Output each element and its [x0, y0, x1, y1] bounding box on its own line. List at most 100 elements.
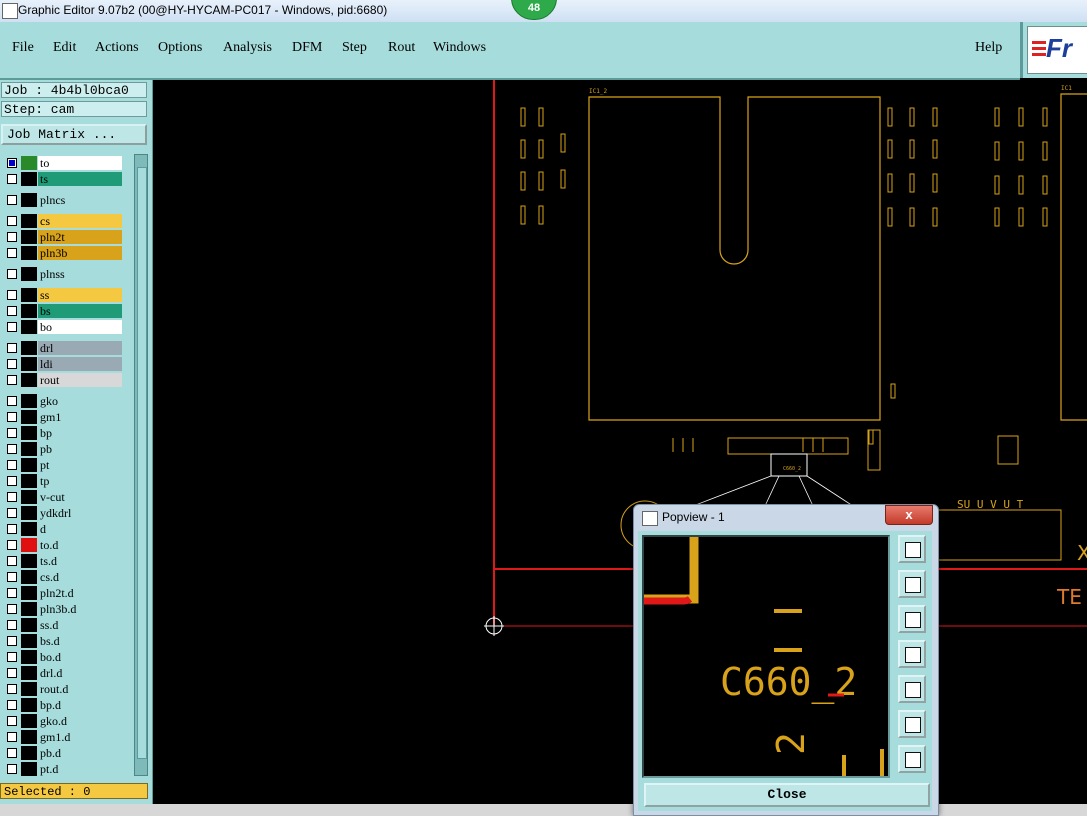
layer-checkbox[interactable]: [7, 428, 17, 438]
menu-actions[interactable]: Actions: [95, 40, 139, 56]
layer-color-swatch[interactable]: [21, 304, 37, 318]
layer-checkbox[interactable]: [7, 620, 17, 630]
menu-edit[interactable]: Edit: [53, 40, 76, 56]
layer-row[interactable]: to.d: [3, 538, 122, 552]
layer-color-swatch[interactable]: [21, 490, 37, 504]
menu-options[interactable]: Options: [158, 40, 202, 56]
layer-name[interactable]: tp: [38, 474, 122, 488]
layer-color-swatch[interactable]: [21, 746, 37, 760]
graphic-canvas[interactable]: IC1_2 IC1 C660_2 SU U V U T TE X: [153, 80, 1087, 804]
layer-row[interactable]: plnss: [3, 267, 122, 281]
job-matrix-button[interactable]: Job Matrix ...: [1, 124, 147, 145]
layer-name[interactable]: drl: [38, 341, 122, 355]
layer-checkbox[interactable]: [7, 248, 17, 258]
layer-row[interactable]: bp.d: [3, 698, 122, 712]
layer-checkbox[interactable]: [7, 652, 17, 662]
layer-row[interactable]: drl: [3, 341, 122, 355]
layer-checkbox[interactable]: [7, 588, 17, 598]
layer-checkbox[interactable]: [7, 412, 17, 422]
layer-name[interactable]: pln2t: [38, 230, 122, 244]
layer-color-swatch[interactable]: [21, 762, 37, 776]
layer-color-swatch[interactable]: [21, 522, 37, 536]
layer-checkbox[interactable]: [7, 396, 17, 406]
layer-checkbox[interactable]: [7, 716, 17, 726]
layer-checkbox[interactable]: [7, 290, 17, 300]
layer-checkbox[interactable]: [7, 322, 17, 332]
layer-name[interactable]: v-cut: [38, 490, 122, 504]
layer-row[interactable]: bs: [3, 304, 122, 318]
layer-name[interactable]: cs: [38, 214, 122, 228]
layer-checkbox[interactable]: [7, 604, 17, 614]
zoom-fit-icon[interactable]: [898, 535, 926, 563]
layer-color-swatch[interactable]: [21, 373, 37, 387]
layer-color-swatch[interactable]: [21, 214, 37, 228]
layer-name[interactable]: ts: [38, 172, 122, 186]
layer-name[interactable]: plnss: [38, 267, 122, 281]
layer-checkbox[interactable]: [7, 460, 17, 470]
layer-row[interactable]: plncs: [3, 193, 122, 207]
menu-file[interactable]: File: [12, 40, 34, 56]
layer-color-swatch[interactable]: [21, 288, 37, 302]
layer-name[interactable]: bp: [38, 426, 122, 440]
layer-checkbox[interactable]: [7, 700, 17, 710]
layer-checkbox[interactable]: [7, 216, 17, 226]
layer-checkbox[interactable]: [7, 158, 17, 168]
layer-row[interactable]: pb: [3, 442, 122, 456]
layer-color-swatch[interactable]: [21, 682, 37, 696]
layer-row[interactable]: bs.d: [3, 634, 122, 648]
layer-name[interactable]: ss.d: [38, 618, 122, 632]
layer-row[interactable]: tp: [3, 474, 122, 488]
layer-color-swatch[interactable]: [21, 458, 37, 472]
layer-name[interactable]: bs.d: [38, 634, 122, 648]
layer-checkbox[interactable]: [7, 492, 17, 502]
layer-row[interactable]: gko.d: [3, 714, 122, 728]
menu-dfm[interactable]: DFM: [292, 40, 322, 56]
layer-color-swatch[interactable]: [21, 602, 37, 616]
layer-row[interactable]: pln3b.d: [3, 602, 122, 616]
menu-step[interactable]: Step: [342, 40, 367, 56]
layer-row[interactable]: ldi: [3, 357, 122, 371]
popview-dialog[interactable]: Popview - 1 x C660_2 2 Close: [633, 504, 939, 816]
layer-name[interactable]: to.d: [38, 538, 122, 552]
layer-color-swatch[interactable]: [21, 172, 37, 186]
layer-color-swatch[interactable]: [21, 357, 37, 371]
pan-icon[interactable]: [898, 745, 926, 773]
layer-row[interactable]: ss.d: [3, 618, 122, 632]
layer-checkbox[interactable]: [7, 343, 17, 353]
layer-checkbox[interactable]: [7, 269, 17, 279]
layer-row[interactable]: d: [3, 522, 122, 536]
layer-row[interactable]: ydkdrl: [3, 506, 122, 520]
layer-color-swatch[interactable]: [21, 474, 37, 488]
layer-row[interactable]: to: [3, 156, 122, 170]
layer-color-swatch[interactable]: [21, 554, 37, 568]
layer-row[interactable]: rout.d: [3, 682, 122, 696]
menu-rout[interactable]: Rout: [388, 40, 415, 56]
layer-name[interactable]: gko: [38, 394, 122, 408]
layer-color-swatch[interactable]: [21, 570, 37, 584]
layer-color-swatch[interactable]: [21, 586, 37, 600]
layer-color-swatch[interactable]: [21, 320, 37, 334]
layer-name[interactable]: pb: [38, 442, 122, 456]
layer-name[interactable]: pln2t.d: [38, 586, 122, 600]
layer-color-swatch[interactable]: [21, 714, 37, 728]
layer-color-swatch[interactable]: [21, 650, 37, 664]
layer-checkbox[interactable]: [7, 636, 17, 646]
layer-row[interactable]: gm1: [3, 410, 122, 424]
layer-name[interactable]: ldi: [38, 357, 122, 371]
layer-color-swatch[interactable]: [21, 618, 37, 632]
layer-name[interactable]: pln3b: [38, 246, 122, 260]
layer-row[interactable]: bo.d: [3, 650, 122, 664]
layer-color-swatch[interactable]: [21, 538, 37, 552]
layer-name[interactable]: ydkdrl: [38, 506, 122, 520]
layer-name[interactable]: bo.d: [38, 650, 122, 664]
layer-name[interactable]: d: [38, 522, 122, 536]
layer-name[interactable]: bo: [38, 320, 122, 334]
layer-checkbox[interactable]: [7, 540, 17, 550]
layer-row[interactable]: ss: [3, 288, 122, 302]
layer-name[interactable]: ts.d: [38, 554, 122, 568]
layer-name[interactable]: to: [38, 156, 122, 170]
layer-row[interactable]: pln3b: [3, 246, 122, 260]
layer-row[interactable]: pt: [3, 458, 122, 472]
layer-color-swatch[interactable]: [21, 156, 37, 170]
popview-canvas[interactable]: C660_2 2: [642, 535, 890, 778]
